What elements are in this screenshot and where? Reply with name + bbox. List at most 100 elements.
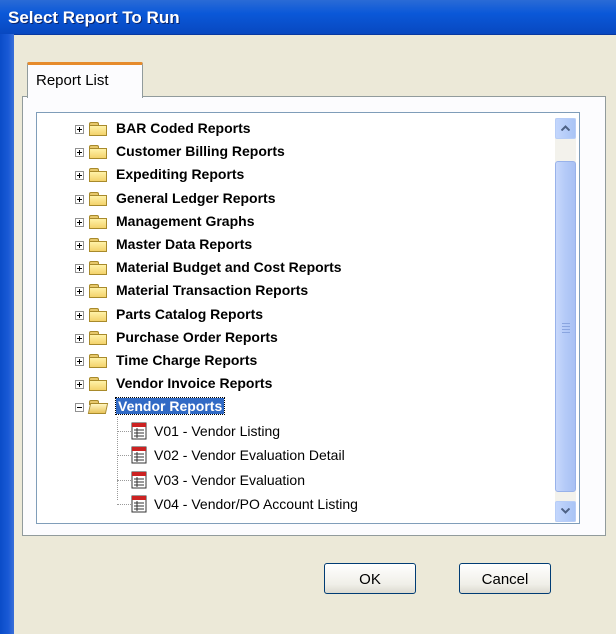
- tree-folder-label: Parts Catalog Reports: [116, 305, 264, 322]
- chevron-down-icon: [561, 508, 570, 514]
- expand-icon[interactable]: [75, 217, 84, 227]
- folder-body: [89, 194, 107, 206]
- report-icon: [131, 446, 147, 464]
- tree-folder-row[interactable]: Management Graphs: [37, 212, 557, 232]
- tree-folder-row[interactable]: Time Charge Reports: [37, 351, 557, 371]
- tree-folder-label: Management Graphs: [116, 212, 255, 229]
- open-folder-icon: [87, 400, 109, 415]
- scroll-thumb[interactable]: [555, 161, 576, 492]
- tree-folder-label: Time Charge Reports: [116, 352, 258, 368]
- tree-folder-row[interactable]: Parts Catalog Reports: [37, 305, 557, 325]
- expand-icon[interactable]: [75, 287, 84, 297]
- tree-connector: [117, 455, 131, 457]
- tree-folder-row[interactable]: Master Data Reports: [37, 235, 557, 255]
- tree-report-label: V03 - Vendor Evaluation: [154, 471, 305, 488]
- tree-folder-row[interactable]: Purchase Order Reports: [37, 328, 557, 348]
- grip-line: [562, 323, 570, 324]
- folder-body: [89, 333, 107, 345]
- scroll-down-button[interactable]: [555, 501, 576, 522]
- tree-folder-label: General Ledger Reports: [116, 189, 276, 206]
- folder-body: [89, 171, 107, 183]
- tab-report-list[interactable]: Report List: [27, 62, 143, 98]
- tree-report-row[interactable]: V01 - Vendor Listing: [37, 421, 557, 441]
- tree-folder-label: Expediting Reports: [116, 166, 245, 183]
- expand-icon[interactable]: [75, 380, 84, 390]
- cancel-button[interactable]: Cancel: [459, 563, 551, 594]
- expand-icon[interactable]: [75, 357, 84, 366]
- tree-folder-row[interactable]: Customer Billing Reports: [37, 142, 557, 162]
- tree-folder-label: Vendor Reports: [114, 397, 226, 416]
- tree-folder-row[interactable]: Vendor Invoice Reports: [37, 374, 557, 394]
- folder-body: [89, 357, 107, 368]
- scroll-up-button[interactable]: [555, 118, 576, 139]
- grip-line: [562, 329, 570, 330]
- expand-icon[interactable]: [75, 333, 84, 343]
- tree-folder-label: Vendor Invoice Reports: [116, 375, 273, 392]
- folder-body: [89, 148, 107, 160]
- tree-folder-row[interactable]: Material Budget and Cost Reports: [37, 258, 557, 278]
- tree-report-label: V04 - Vendor/PO Account Listing: [154, 496, 358, 513]
- expand-icon[interactable]: [75, 241, 84, 250]
- folder-icon: [89, 122, 107, 136]
- title-bar[interactable]: Select Report To Run: [0, 0, 616, 35]
- window-title: Select Report To Run: [8, 8, 180, 27]
- tree-report-row[interactable]: V03 - Vendor Evaluation: [37, 470, 557, 490]
- tree-folder-label: Material Transaction Reports: [116, 282, 309, 299]
- tree-folder-label: Customer Billing Reports: [116, 143, 285, 160]
- window-frame-left: [0, 34, 14, 634]
- report-icon: [131, 471, 147, 489]
- folder-body: [89, 310, 107, 322]
- tab-label: Report List: [36, 72, 109, 89]
- folder-body: [89, 217, 107, 229]
- grip-line: [562, 332, 570, 333]
- folder-icon: [89, 261, 107, 276]
- report-tree[interactable]: BAR Coded Reports Customer Billing Report…: [36, 112, 580, 524]
- folder-icon: [89, 238, 107, 252]
- collapse-icon[interactable]: [75, 403, 84, 413]
- expand-icon[interactable]: [75, 125, 84, 134]
- tree-report-row[interactable]: V04 - Vendor/PO Account Listing: [37, 494, 557, 514]
- tree-folder-row[interactable]: BAR Coded Reports: [37, 119, 557, 139]
- tree-connector: [117, 479, 131, 481]
- folder-body: [89, 241, 107, 252]
- tree-report-row[interactable]: V02 - Vendor Evaluation Detail: [37, 445, 557, 465]
- folder-icon: [89, 354, 107, 368]
- tree-folder-label: Material Budget and Cost Reports: [116, 259, 342, 276]
- expand-icon[interactable]: [75, 310, 84, 320]
- tree-connector: [117, 430, 131, 432]
- vertical-scrollbar[interactable]: [555, 118, 576, 522]
- folder-body: [87, 403, 109, 415]
- tree-report-label: V02 - Vendor Evaluation Detail: [154, 447, 345, 464]
- chevron-up-icon: [561, 125, 570, 131]
- tree-folder-label: Master Data Reports: [116, 236, 253, 252]
- tree-connector: [117, 504, 131, 506]
- report-selection-dialog: Select Report To Run Report List BAR Cod…: [0, 0, 616, 634]
- folder-icon: [89, 284, 107, 299]
- tree-folder-label: BAR Coded Reports: [116, 120, 251, 136]
- expand-icon[interactable]: [75, 264, 84, 274]
- tree-folder-row[interactable]: Expediting Reports: [37, 165, 557, 185]
- expand-icon[interactable]: [75, 171, 84, 181]
- report-icon: [131, 422, 147, 440]
- ok-button[interactable]: OK: [324, 563, 416, 594]
- report-icon: [131, 495, 147, 513]
- expand-icon[interactable]: [75, 194, 84, 204]
- folder-body: [89, 287, 107, 299]
- folder-icon: [89, 191, 107, 206]
- folder-icon: [89, 377, 107, 392]
- tree-folder-row[interactable]: Material Transaction Reports: [37, 281, 557, 301]
- folder-icon: [89, 168, 107, 183]
- tree-folder-row[interactable]: Vendor Reports: [37, 397, 557, 417]
- folder-icon: [89, 330, 107, 345]
- folder-icon: [89, 307, 107, 322]
- grip-line: [562, 326, 570, 327]
- folder-icon: [89, 214, 107, 229]
- tree-folder-label: Purchase Order Reports: [116, 328, 278, 345]
- folder-body: [89, 380, 107, 392]
- tree-folder-row[interactable]: General Ledger Reports: [37, 189, 557, 209]
- tree-report-label: V01 - Vendor Listing: [154, 422, 281, 439]
- folder-body: [89, 264, 107, 276]
- expand-icon[interactable]: [75, 148, 84, 158]
- folder-body: [89, 125, 107, 136]
- folder-icon: [89, 145, 107, 160]
